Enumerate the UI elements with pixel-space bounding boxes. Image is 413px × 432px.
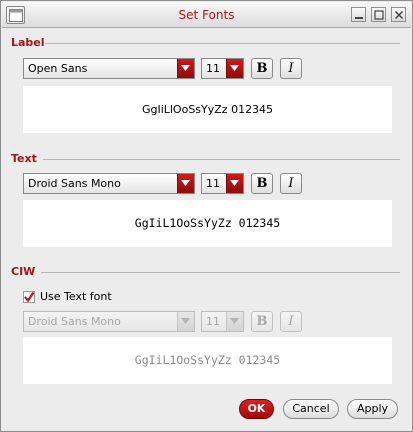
text-font-family-select[interactable]: Droid Sans Mono	[23, 173, 195, 194]
label-font-size-dropdown[interactable]	[226, 59, 243, 78]
label-font-size-select[interactable]: 11	[201, 58, 244, 79]
ciw-font-size-dropdown[interactable]	[226, 312, 243, 331]
ciw-bold-toggle[interactable]: B	[251, 311, 273, 332]
text-italic-toggle[interactable]: I	[280, 173, 302, 194]
title-bar[interactable]: Set Fonts	[2, 2, 411, 28]
maximize-button[interactable]	[371, 7, 386, 22]
text-section-divider	[43, 159, 400, 160]
label-bold-toggle[interactable]: B	[251, 58, 273, 79]
window-title: Set Fonts	[178, 8, 235, 22]
chevron-down-icon	[230, 318, 239, 324]
use-text-font-label: Use Text font	[40, 290, 112, 303]
label-italic-toggle[interactable]: I	[280, 58, 302, 79]
close-button[interactable]	[391, 7, 406, 22]
maximize-icon	[374, 10, 384, 20]
minimize-button[interactable]	[351, 7, 366, 22]
text-bold-toggle[interactable]: B	[251, 173, 273, 194]
ciw-section-divider	[41, 272, 400, 273]
text-font-preview: GgIiL1OoSsYyZz 012345	[23, 200, 392, 247]
apply-button[interactable]: Apply	[347, 399, 398, 419]
text-font-size-value: 11	[206, 177, 220, 190]
text-font-family-dropdown[interactable]	[177, 174, 194, 193]
label-font-size-value: 11	[206, 62, 220, 75]
label-section-heading: Label	[11, 36, 45, 49]
set-fonts-dialog: Set Fonts Label Open Sans 11 B I GgIiLlO…	[0, 0, 413, 432]
chevron-down-icon	[181, 318, 190, 324]
label-section-divider	[45, 43, 400, 44]
label-font-family-select[interactable]: Open Sans	[23, 58, 195, 79]
ciw-font-size-select[interactable]: 11	[201, 311, 244, 332]
ciw-font-family-value: Droid Sans Mono	[28, 315, 121, 328]
ciw-italic-toggle[interactable]: I	[280, 311, 302, 332]
text-font-size-dropdown[interactable]	[226, 174, 243, 193]
text-font-family-value: Droid Sans Mono	[28, 177, 121, 190]
label-font-preview: GgIiLlOoSsYyZz 012345	[23, 86, 392, 133]
close-icon	[394, 10, 404, 20]
cancel-button[interactable]: Cancel	[283, 399, 339, 419]
label-font-family-dropdown[interactable]	[177, 59, 194, 78]
ciw-font-family-dropdown[interactable]	[177, 312, 194, 331]
use-text-font-checkbox[interactable]	[23, 291, 35, 303]
chevron-down-icon	[230, 65, 239, 71]
chevron-down-icon	[181, 65, 190, 71]
ciw-section-heading: CIW	[11, 265, 36, 278]
chevron-down-icon	[230, 180, 239, 186]
ciw-font-size-value: 11	[206, 315, 220, 328]
chevron-down-icon	[181, 180, 190, 186]
ciw-font-preview: GgIiL1OoSsYyZz 012345	[23, 337, 392, 384]
ok-button[interactable]: OK	[239, 399, 274, 419]
label-font-family-value: Open Sans	[28, 62, 88, 75]
ciw-font-family-select[interactable]: Droid Sans Mono	[23, 311, 195, 332]
text-section-heading: Text	[11, 152, 37, 165]
text-font-size-select[interactable]: 11	[201, 173, 244, 194]
checkmark-icon	[23, 291, 35, 303]
minimize-icon	[355, 17, 363, 19]
